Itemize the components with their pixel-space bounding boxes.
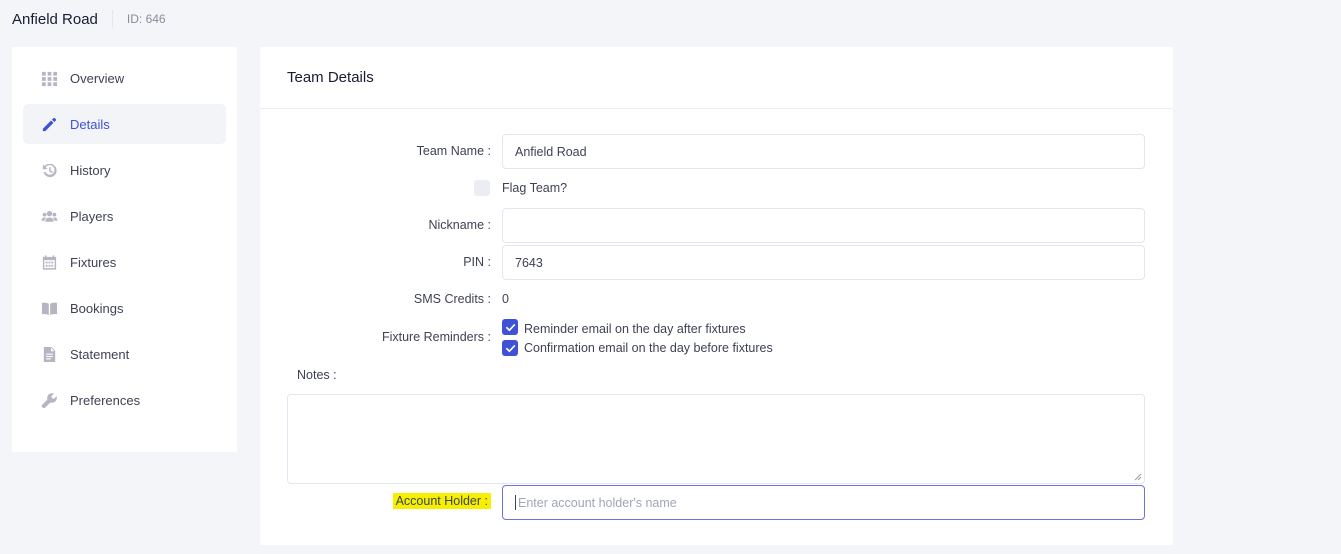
resize-grip-icon[interactable] [1134, 473, 1142, 481]
sidebar-item-label: Preferences [70, 392, 141, 408]
sms-credits-label: SMS Credits : [413, 292, 491, 306]
nickname-input[interactable] [502, 208, 1145, 243]
sidebar-item-label: History [70, 162, 111, 178]
team-id: ID: 646 [126, 12, 166, 26]
sidebar-item-overview[interactable]: Overview [23, 58, 226, 98]
sidebar-item-fixtures[interactable]: Fixtures [23, 242, 226, 282]
team-name-input[interactable]: Anfield Road [502, 134, 1145, 169]
account-holder-label: Account Holder : [392, 493, 491, 509]
check-icon [505, 323, 515, 331]
sidebar: Overview Details History Players Fixture… [12, 47, 237, 452]
history-icon [40, 161, 58, 179]
reminder-after-checkbox[interactable] [502, 319, 518, 335]
sidebar-item-history[interactable]: History [23, 150, 226, 190]
team-name-label: Team Name : [416, 144, 491, 158]
flag-team-label: Flag Team? [502, 181, 568, 195]
pin-input[interactable]: 7643 [502, 245, 1145, 280]
confirmation-before-label: Confirmation email on the day before fix… [524, 341, 773, 355]
sidebar-item-label: Bookings [70, 300, 124, 316]
sidebar-item-preferences[interactable]: Preferences [23, 380, 226, 420]
card-title: Team Details [287, 69, 374, 86]
sidebar-item-players[interactable]: Players [23, 196, 226, 236]
card-header: Team Details [260, 47, 1173, 109]
nickname-label: Nickname : [428, 218, 491, 232]
users-icon [40, 207, 58, 225]
team-name-value: Anfield Road [515, 144, 587, 159]
sidebar-item-statement[interactable]: Statement [23, 334, 226, 374]
sidebar-item-label: Statement [70, 346, 130, 362]
sidebar-item-label: Details [70, 116, 110, 132]
text-cursor [515, 495, 516, 510]
sms-credits-value: 0 [502, 292, 509, 306]
check-icon [505, 344, 515, 352]
calendar-icon [40, 253, 58, 271]
reminder-after-label: Reminder email on the day after fixtures [524, 322, 746, 336]
grid-icon [40, 69, 58, 87]
pin-value: 7643 [515, 255, 543, 270]
team-details-card: Team Details Team Name : Anfield Road Fl… [260, 47, 1173, 545]
header-divider [111, 10, 113, 28]
sidebar-item-label: Players [70, 208, 114, 224]
book-icon [40, 299, 58, 317]
account-holder-placeholder: Enter account holder's name [518, 495, 677, 510]
sidebar-item-bookings[interactable]: Bookings [23, 288, 226, 328]
sidebar-item-label: Overview [70, 70, 125, 86]
account-holder-input[interactable]: Enter account holder's name [502, 485, 1145, 520]
sidebar-item-details[interactable]: Details [23, 104, 226, 144]
account-holder-label-wrap: Account Holder : [392, 493, 491, 509]
flag-team-checkbox[interactable] [474, 180, 490, 196]
document-icon [40, 345, 58, 363]
confirmation-before-checkbox[interactable] [502, 340, 518, 356]
fixture-reminders-label: Fixture Reminders : [381, 330, 491, 344]
notes-textarea[interactable] [287, 394, 1145, 484]
page-header: Anfield Road ID: 646 [12, 8, 166, 30]
sidebar-item-label: Fixtures [70, 254, 117, 270]
pencil-icon [40, 115, 58, 133]
wrench-icon [40, 391, 58, 409]
page-title: Anfield Road [12, 10, 98, 28]
pin-label: PIN : [463, 255, 491, 269]
notes-label: Notes : [297, 368, 337, 382]
